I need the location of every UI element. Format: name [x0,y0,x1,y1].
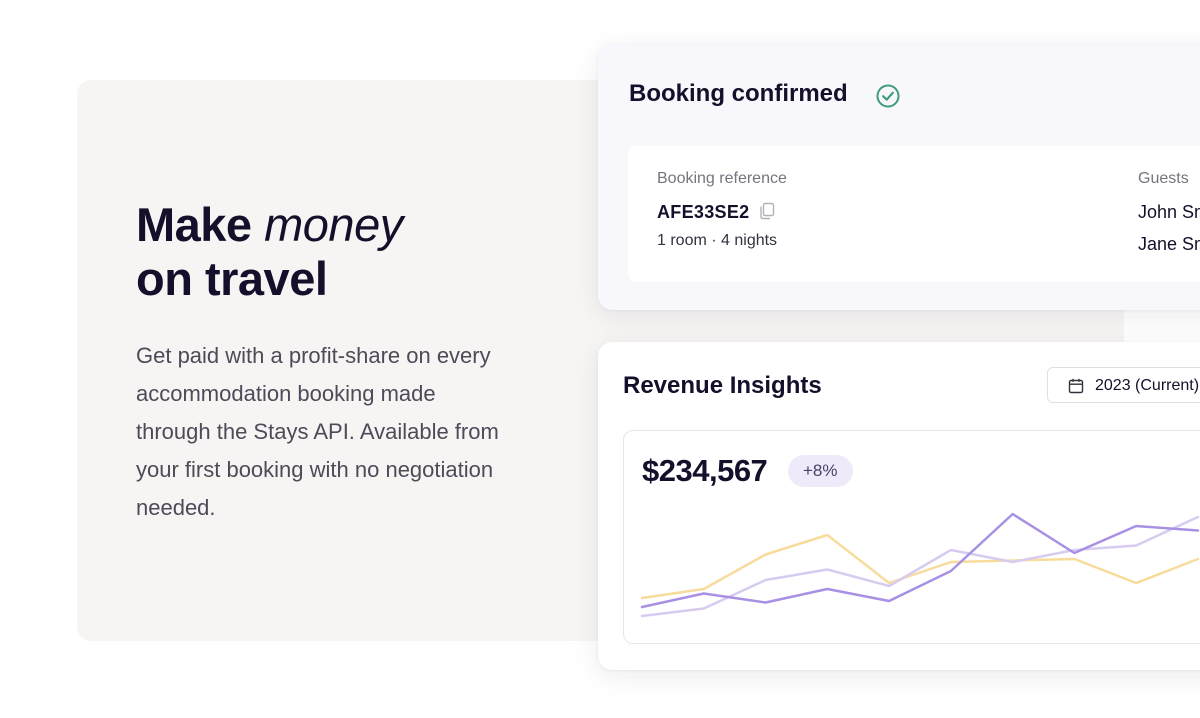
headline-plain: Make [136,198,265,251]
series-line-2 [640,515,1200,618]
period-selector-label: 2023 (Current) [1095,377,1200,394]
booking-detail-panel: Booking reference AFE33SE2 1 room · 4 ni… [628,146,1200,282]
calendar-icon [1068,378,1084,394]
revenue-total: $234,567 [642,453,768,488]
revenue-title: Revenue Insights [623,372,822,399]
guests-label: Guests [1138,170,1189,187]
headline-line2: on travel [136,252,328,305]
period-selector[interactable]: 2023 (Current) [1047,367,1200,403]
booking-reference-label: Booking reference [657,170,787,187]
stay-summary: 1 room · 4 nights [657,232,778,249]
headline-emphasis: money [264,198,403,251]
hero-headline: Make money on travel [136,198,403,306]
revenue-insights-card: Revenue Insights 2023 (Current) $234,567… [598,342,1200,670]
change-badge: +8% [788,455,853,487]
booking-reference-value: AFE33SE2 [657,202,750,222]
series-line-1 [640,533,1200,600]
guest-name: John Sm [1138,202,1200,222]
check-circle-icon [876,84,900,108]
revenue-chart: $234,567 +8% [623,430,1200,644]
series-line-3 [640,512,1200,609]
copy-icon[interactable] [758,202,776,220]
booking-title: Booking confirmed [629,80,848,107]
booking-confirmed-card: Booking confirmed Booking reference AFE3… [598,44,1200,310]
hero-body: Get paid with a profit-share on every ac… [136,343,499,520]
guest-name: Jane Sm [1138,234,1200,254]
